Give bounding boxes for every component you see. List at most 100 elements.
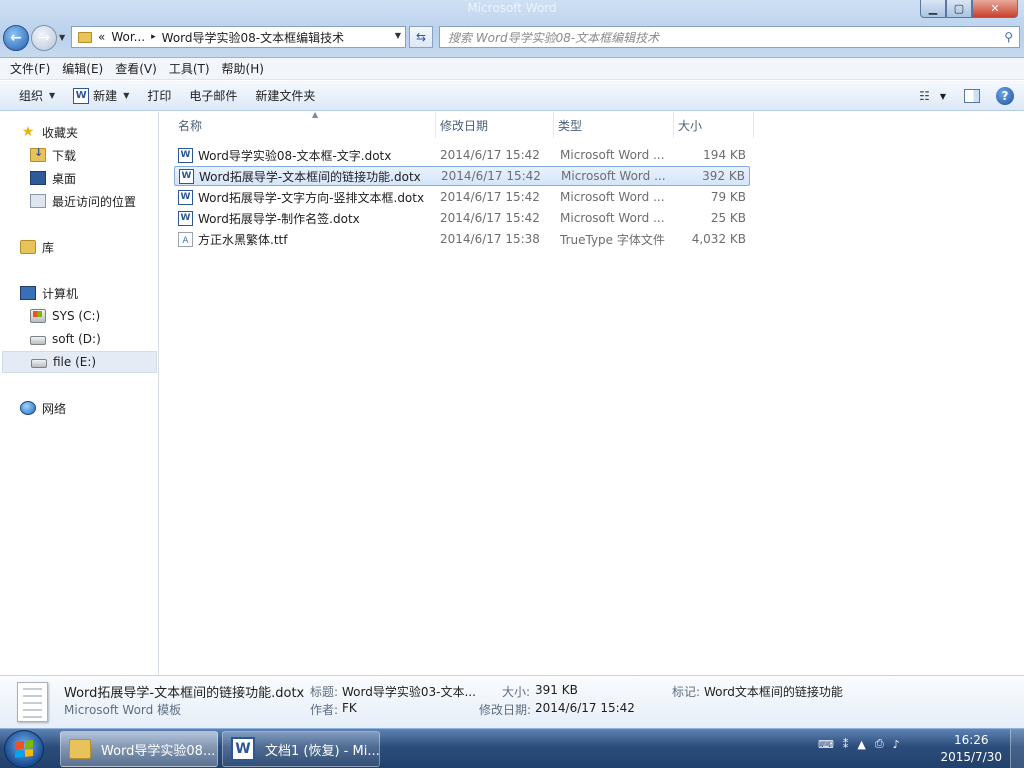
help-icon[interactable]: ? xyxy=(996,87,1014,105)
menu-edit[interactable]: 编辑(E) xyxy=(56,60,109,77)
window-title: Microsoft Word xyxy=(467,1,557,15)
nav-desktop-label: 桌面 xyxy=(52,171,77,186)
menu-view[interactable]: 查看(V) xyxy=(109,60,163,77)
search-input[interactable]: 搜索 Word导学实验08-文本框编辑技术 ⚲ xyxy=(439,26,1020,48)
nav-favorites[interactable]: ★ 收藏夹 xyxy=(20,122,78,142)
nav-drive-d-label: soft (D:) xyxy=(52,332,101,346)
library-icon xyxy=(20,240,36,254)
nav-recent-label: 最近访问的位置 xyxy=(52,194,137,209)
refresh-button[interactable]: ⇆ xyxy=(409,26,433,48)
show-hidden-icons-icon[interactable]: ▲ xyxy=(857,738,865,751)
new-label: 新建 xyxy=(93,89,118,103)
show-desktop-button[interactable] xyxy=(1010,729,1024,768)
file-row[interactable]: W Word拓展导学-制作名签.dotx 2014/6/17 15:42 Mic… xyxy=(174,208,750,228)
details-tags-value[interactable]: Word文本框间的链接功能 xyxy=(704,683,843,700)
taskbar-explorer-label: Word导学实验08... xyxy=(101,743,216,759)
volume-icon[interactable]: ♪ xyxy=(893,738,900,751)
preview-pane-icon[interactable] xyxy=(964,89,980,103)
menu-file[interactable]: 文件(F) xyxy=(4,60,56,77)
clock-time: 16:26 xyxy=(953,733,989,747)
nav-drive-e[interactable]: file (E:) xyxy=(2,351,157,373)
clock[interactable]: 16:26 2015/7/30 xyxy=(940,732,1002,766)
file-row[interactable]: W Word导学实验08-文本框-文字.dotx 2014/6/17 15:42… xyxy=(174,145,750,165)
keyboard-icon[interactable]: ⌨ xyxy=(818,738,834,751)
views-dropdown-icon[interactable]: ▼ xyxy=(940,92,946,101)
word-doc-icon: W xyxy=(178,147,193,163)
details-author-value[interactable]: FK xyxy=(342,701,357,715)
input-method-icon[interactable]: ⁑ xyxy=(843,738,849,751)
file-row-selected[interactable]: W Word拓展导学-文本框间的链接功能.dotx 2014/6/17 15:4… xyxy=(174,166,750,186)
details-filename: Word拓展导学-文本框间的链接功能.dotx xyxy=(64,686,305,701)
network-status-icon[interactable]: ⎙ xyxy=(875,737,884,751)
menu-help[interactable]: 帮助(H) xyxy=(216,60,270,77)
start-button[interactable] xyxy=(4,730,44,768)
nav-network-label: 网络 xyxy=(42,401,67,416)
star-icon: ★ xyxy=(21,124,35,140)
sort-ascending-icon: ▲ xyxy=(312,110,319,119)
column-header-size[interactable]: 大小 xyxy=(674,112,754,138)
file-date: 2014/6/17 15:42 xyxy=(440,148,540,162)
column-header-type[interactable]: 类型 xyxy=(554,112,674,138)
menu-tools[interactable]: 工具(T) xyxy=(163,60,216,77)
file-name-cell: W Word导学实验08-文本框-文字.dotx xyxy=(178,147,391,164)
new-folder-button[interactable]: 新建文件夹 xyxy=(246,87,324,104)
details-title-value[interactable]: Word导学实验03-文本... xyxy=(342,683,476,700)
breadcrumb-parent[interactable]: Wor... xyxy=(111,30,145,44)
nav-drive-d[interactable]: soft (D:) xyxy=(30,329,101,349)
recent-places-icon xyxy=(30,194,46,208)
nav-network[interactable]: 网络 xyxy=(20,398,66,418)
taskbar-explorer[interactable]: Word导学实验08... xyxy=(60,731,218,767)
file-row[interactable]: A 方正水黑繁体.ttf 2014/6/17 15:38 TrueType 字体… xyxy=(174,229,750,249)
search-icon[interactable]: ⚲ xyxy=(1004,30,1013,44)
column-name-label: 名称 xyxy=(178,118,203,133)
title-bar: Microsoft Word ▁ ▢ ✕ ← → ▼ « Wor... ▸ Wo… xyxy=(0,0,1024,58)
nav-downloads-label: 下载 xyxy=(52,148,77,163)
font-file-icon: A xyxy=(178,231,193,247)
column-header-name[interactable]: 名称 ▲ xyxy=(174,110,436,138)
nav-libraries[interactable]: 库 xyxy=(20,237,54,257)
organize-button[interactable]: 组织 ▼ xyxy=(10,87,64,104)
file-date: 2014/6/17 15:42 xyxy=(440,190,540,204)
nav-drive-c-label: SYS (C:) xyxy=(52,309,101,323)
nav-libraries-label: 库 xyxy=(42,240,55,255)
nav-computer[interactable]: 计算机 xyxy=(20,283,78,303)
system-drive-icon xyxy=(30,309,46,323)
details-modified-value[interactable]: 2014/6/17 15:42 xyxy=(535,701,635,715)
views-icon[interactable]: ☷ xyxy=(919,89,930,103)
file-type: Microsoft Word ... xyxy=(561,169,666,183)
address-dropdown-icon[interactable]: ▼ xyxy=(395,31,401,40)
file-type: TrueType 字体文件 xyxy=(560,232,665,247)
close-button[interactable]: ✕ xyxy=(972,0,1018,18)
organize-label: 组织 xyxy=(19,89,44,103)
breadcrumb-separator[interactable]: ▸ xyxy=(151,32,156,42)
nav-drive-c[interactable]: SYS (C:) xyxy=(30,306,100,326)
recent-pages-dropdown[interactable]: ▼ xyxy=(59,33,65,42)
folder-icon xyxy=(69,739,91,759)
minimize-button[interactable]: ▁ xyxy=(920,0,946,18)
column-header-modified[interactable]: 修改日期 xyxy=(436,112,554,138)
file-name-cell: W Word拓展导学-制作名签.dotx xyxy=(178,210,360,227)
address-bar[interactable]: « Wor... ▸ Word导学实验08-文本框编辑技术 ▼ xyxy=(71,26,406,48)
print-button[interactable]: 打印 xyxy=(138,87,180,104)
nav-downloads[interactable]: 下载 xyxy=(30,145,76,165)
address-overflow[interactable]: « xyxy=(98,30,105,44)
details-size-label: 大小: xyxy=(502,685,531,699)
maximize-button[interactable]: ▢ xyxy=(946,0,972,18)
file-row[interactable]: W Word拓展导学-文字方向-竖排文本框.dotx 2014/6/17 15:… xyxy=(174,187,750,207)
taskbar-word-label: 文档1 (恢复) - Mi... xyxy=(265,743,380,759)
nav-recent-places[interactable]: 最近访问的位置 xyxy=(30,191,136,211)
word-doc-icon: W xyxy=(178,189,193,205)
file-list: 名称 ▲ 修改日期 类型 大小 W Word导学实验08-文本框-文字.dotx… xyxy=(160,110,1024,675)
back-button[interactable]: ← xyxy=(3,25,29,51)
nav-desktop[interactable]: 桌面 xyxy=(30,168,76,188)
email-button[interactable]: 电子邮件 xyxy=(180,87,246,104)
nav-favorites-label: 收藏夹 xyxy=(42,125,79,140)
forward-button[interactable]: → xyxy=(31,25,57,51)
file-type: Microsoft Word ... xyxy=(560,148,665,162)
command-bar-right: ☷ ▼ ? xyxy=(919,81,1014,111)
taskbar-word[interactable]: W 文档1 (恢复) - Mi... xyxy=(222,731,380,767)
file-name: Word拓展导学-制作名签.dotx xyxy=(198,211,360,226)
breadcrumb-current[interactable]: Word导学实验08-文本框编辑技术 xyxy=(162,29,344,46)
new-button[interactable]: W 新建 ▼ xyxy=(64,87,138,104)
file-type: Microsoft Word ... xyxy=(560,190,665,204)
